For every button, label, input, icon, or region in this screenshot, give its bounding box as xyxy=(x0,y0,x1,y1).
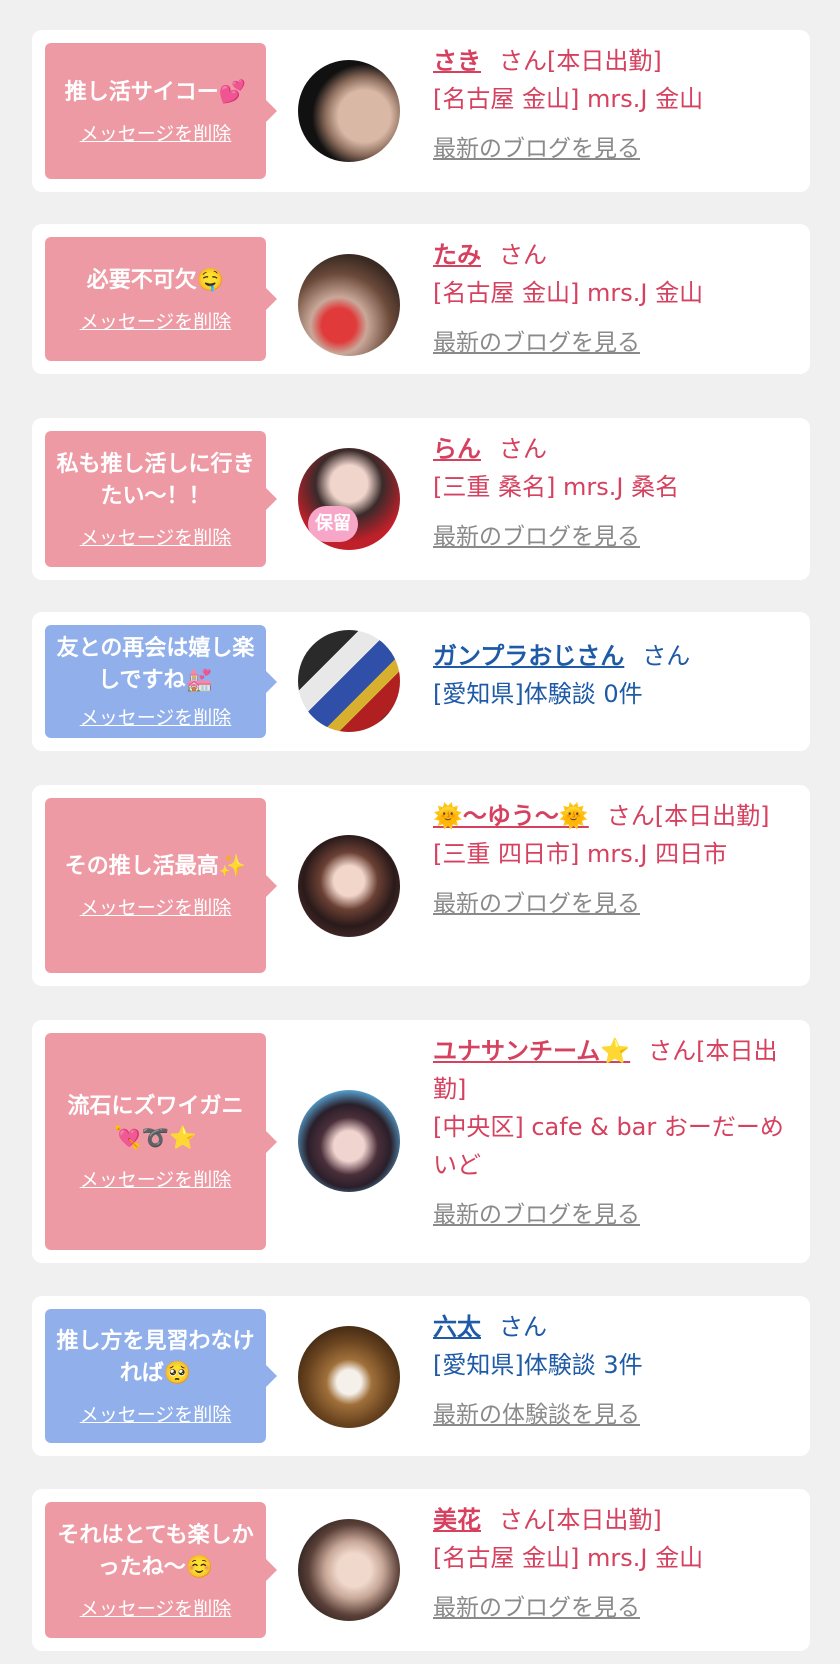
delete-message-link[interactable]: メッセージを削除 xyxy=(80,119,232,146)
latest-review-link[interactable]: 最新の体験談を見る xyxy=(433,1396,640,1434)
message-card: その推し活最高✨ メッセージを削除 🌞〜ゆう〜🌞 さん[本日出勤] [三重 四日市… xyxy=(32,785,810,986)
shop-text: [三重 桑名] mrs.J 桑名 xyxy=(433,473,680,501)
shop-text: [名古屋 金山] mrs.J 金山 xyxy=(433,279,704,307)
message-bubble: 推し活サイコー💕 メッセージを削除 xyxy=(45,43,277,179)
status-text: さん xyxy=(642,642,691,670)
status-text: さん xyxy=(499,241,547,269)
message-card: 推し活サイコー💕 メッセージを削除 さき さん[本日出勤] [名古屋 金山] mr… xyxy=(32,30,810,192)
avatar[interactable] xyxy=(298,835,400,937)
message-card: それはとても楽しかったね〜☺️ メッセージを削除 美花 さん[本日出勤] [名古屋… xyxy=(32,1489,810,1651)
avatar[interactable]: 保留 xyxy=(298,448,400,550)
message-bubble: その推し活最高✨ メッセージを削除 xyxy=(45,798,277,973)
avatar[interactable] xyxy=(298,1326,400,1428)
profile-name-link[interactable]: らん xyxy=(433,435,481,463)
message-bubble: 私も推し活しに行きたい〜！！ メッセージを削除 xyxy=(45,431,277,567)
message-card: 必要不可欠🤤 メッセージを削除 たみ さん [名古屋 金山] mrs.J 金山 最… xyxy=(32,224,810,374)
profile-name-link[interactable]: ガンプラおじさん xyxy=(433,642,624,670)
avatar[interactable] xyxy=(298,630,400,732)
message-bubble: 友との再会は嬉し楽しですね💒 メッセージを削除 xyxy=(45,625,277,738)
latest-blog-link[interactable]: 最新のブログを見る xyxy=(433,324,640,362)
profile-name-link[interactable]: さき xyxy=(433,47,481,75)
message-text: 友との再会は嬉し楽しですね💒 xyxy=(56,636,255,693)
delete-message-link[interactable]: メッセージを削除 xyxy=(80,1594,232,1621)
profile-name-link[interactable]: 六太 xyxy=(433,1313,481,1341)
review-count-text: [愛知県]体験談 3件 xyxy=(433,1351,643,1379)
latest-blog-link[interactable]: 最新のブログを見る xyxy=(433,518,640,556)
message-card: 流石にズワイガニ💘➰⭐ メッセージを削除 ユナサンチーム⭐ さん[本日出勤] [中… xyxy=(32,1020,810,1263)
delete-message-link[interactable]: メッセージを削除 xyxy=(80,1165,232,1192)
profile-name-link[interactable]: たみ xyxy=(433,241,481,269)
message-text: 推し方を見習わなければ🥺 xyxy=(56,1328,255,1386)
message-text: 流石にズワイガニ💘➰⭐ xyxy=(67,1094,244,1151)
message-bubble: 必要不可欠🤤 メッセージを削除 xyxy=(45,237,277,361)
profile-info: さき さん[本日出勤] [名古屋 金山] mrs.J 金山 最新のブログを見る xyxy=(433,42,796,168)
message-text: 私も推し活しに行きたい〜！！ xyxy=(56,451,255,509)
latest-blog-link[interactable]: 最新のブログを見る xyxy=(433,1196,640,1234)
profile-name-link[interactable]: ユナサンチーム⭐ xyxy=(433,1037,630,1065)
shop-text: [名古屋 金山] mrs.J 金山 xyxy=(433,85,704,113)
profile-info: 六太 さん [愛知県]体験談 3件 最新の体験談を見る xyxy=(433,1308,796,1434)
avatar-stamp: 保留 xyxy=(308,506,358,542)
status-text: さん[本日出勤] xyxy=(499,47,662,75)
status-text: さん[本日出勤] xyxy=(606,802,770,830)
shop-text: [三重 四日市] mrs.J 四日市 xyxy=(433,840,728,868)
avatar[interactable] xyxy=(298,1090,400,1192)
delete-message-link[interactable]: メッセージを削除 xyxy=(80,703,232,730)
review-count-text: [愛知県]体験談 0件 xyxy=(433,680,643,708)
status-text: さん[本日出勤] xyxy=(499,1506,662,1534)
message-bubble: 推し方を見習わなければ🥺 メッセージを削除 xyxy=(45,1309,277,1443)
avatar[interactable] xyxy=(298,60,400,162)
message-bubble: 流石にズワイガニ💘➰⭐ メッセージを削除 xyxy=(45,1033,277,1250)
profile-name-link[interactable]: 美花 xyxy=(433,1506,481,1534)
profile-info: 美花 さん[本日出勤] [名古屋 金山] mrs.J 金山 最新のブログを見る xyxy=(433,1501,796,1627)
shop-text: [名古屋 金山] mrs.J 金山 xyxy=(433,1544,704,1572)
message-text: 推し活サイコー💕 xyxy=(64,79,247,105)
message-bubble: それはとても楽しかったね〜☺️ メッセージを削除 xyxy=(45,1502,277,1638)
status-text: さん xyxy=(499,435,547,463)
profile-info: らん さん [三重 桑名] mrs.J 桑名 最新のブログを見る xyxy=(433,430,796,556)
delete-message-link[interactable]: メッセージを削除 xyxy=(80,1400,232,1427)
latest-blog-link[interactable]: 最新のブログを見る xyxy=(433,130,640,168)
delete-message-link[interactable]: メッセージを削除 xyxy=(80,893,232,920)
avatar[interactable] xyxy=(298,1519,400,1621)
message-text: その推し活最高✨ xyxy=(64,854,247,879)
profile-info: ガンプラおじさん さん [愛知県]体験談 0件 xyxy=(433,637,796,713)
avatar[interactable] xyxy=(298,254,400,356)
message-card: 友との再会は嬉し楽しですね💒 メッセージを削除 ガンプラおじさん さん [愛知県]… xyxy=(32,612,810,751)
message-text: それはとても楽しかったね〜☺️ xyxy=(57,1522,254,1580)
delete-message-link[interactable]: メッセージを削除 xyxy=(80,307,232,334)
profile-name-link[interactable]: 🌞〜ゆう〜🌞 xyxy=(433,802,589,830)
delete-message-link[interactable]: メッセージを削除 xyxy=(80,523,232,550)
latest-blog-link[interactable]: 最新のブログを見る xyxy=(433,1589,640,1627)
profile-info: ユナサンチーム⭐ さん[本日出勤] [中央区] cafe & bar おーだーめい… xyxy=(433,1032,796,1234)
profile-info: 🌞〜ゆう〜🌞 さん[本日出勤] [三重 四日市] mrs.J 四日市 最新のブログ… xyxy=(433,797,796,923)
message-text: 必要不可欠🤤 xyxy=(86,267,225,293)
message-card: 推し方を見習わなければ🥺 メッセージを削除 六太 さん [愛知県]体験談 3件 最… xyxy=(32,1296,810,1456)
shop-text: [中央区] cafe & bar おーだーめいど xyxy=(433,1113,784,1179)
profile-info: たみ さん [名古屋 金山] mrs.J 金山 最新のブログを見る xyxy=(433,236,796,362)
latest-blog-link[interactable]: 最新のブログを見る xyxy=(433,885,640,923)
message-card: 私も推し活しに行きたい〜！！ メッセージを削除 保留 らん さん [三重 桑名] … xyxy=(32,418,810,580)
status-text: さん xyxy=(499,1313,547,1341)
